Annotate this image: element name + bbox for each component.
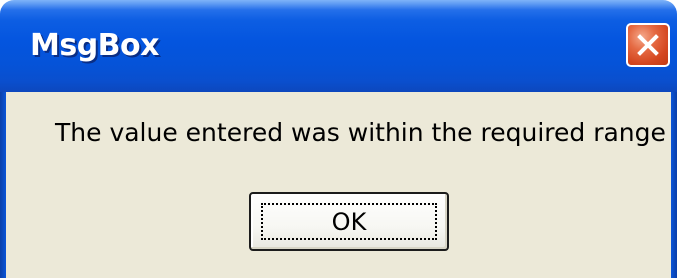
window-frame-right — [671, 92, 677, 278]
ok-button-label: OK — [331, 208, 367, 236]
window-title: MsgBox — [30, 28, 160, 63]
ok-button[interactable]: OK — [249, 192, 449, 251]
msgbox-window: MsgBox The value entered was within the … — [0, 0, 677, 278]
dialog-body: The value entered was within the require… — [6, 92, 671, 278]
close-x-icon — [637, 34, 659, 56]
title-bar[interactable]: MsgBox — [0, 0, 677, 92]
message-text: The value entered was within the require… — [55, 118, 666, 147]
close-button[interactable] — [626, 23, 670, 67]
